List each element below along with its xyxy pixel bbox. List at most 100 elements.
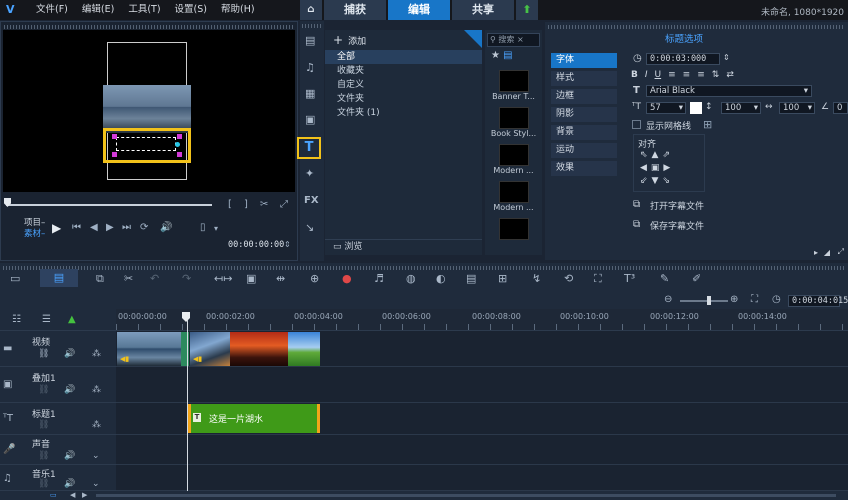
title-lane[interactable]: T 这是一片湖水	[116, 403, 848, 435]
tools-icon[interactable]: ✂	[124, 272, 133, 285]
scroll-left-icon[interactable]: ◀	[70, 491, 75, 499]
rotate-field[interactable]: 0	[833, 102, 848, 114]
star-icon[interactable]: ★	[491, 50, 500, 61]
home-start-icon[interactable]: ⏮	[72, 222, 81, 233]
italic-icon[interactable]: I	[645, 70, 648, 80]
next-frame-icon[interactable]: ▶	[106, 222, 114, 233]
ripple-icon[interactable]: ⁂	[92, 349, 101, 359]
rotate-handle[interactable]	[175, 142, 180, 147]
audio-icon[interactable]: ♫	[305, 61, 315, 74]
home-icon[interactable]: ⌂	[300, 0, 322, 20]
timecode-stepper-icon[interactable]: ⇕	[284, 240, 291, 249]
track-options-icon[interactable]: ☰	[42, 314, 51, 325]
thumbnail[interactable]	[498, 107, 529, 129]
duration-stepper-icon[interactable]: ⇕	[723, 53, 730, 62]
tab-border[interactable]: 边框	[551, 89, 617, 104]
grid-settings-icon[interactable]: ⊞	[703, 118, 712, 131]
menu-edit[interactable]: 编辑(E)	[82, 0, 114, 20]
fit-icon[interactable]: ⤢	[838, 247, 844, 257]
title-text-box[interactable]	[116, 137, 176, 151]
list-item[interactable]: 自定义	[325, 78, 482, 92]
ripple-icon[interactable]: ⁂	[92, 420, 101, 430]
title-icon[interactable]: T	[297, 137, 321, 159]
zoom-slider[interactable]	[680, 300, 728, 302]
list-item[interactable]: 收藏夹	[325, 64, 482, 78]
volume-icon[interactable]: 🔊	[160, 222, 172, 233]
vertical-text-icon[interactable]: ⇅	[712, 70, 720, 80]
video-clip-hill[interactable]	[288, 332, 320, 366]
timeline-ruler[interactable]: 00:00:00:00 00:00:02:00 00:00:04:00 00:0…	[116, 309, 848, 331]
tab-shadow[interactable]: 阴影	[551, 107, 617, 122]
timecode-display[interactable]: 00:00:00:00	[228, 240, 284, 250]
char-spacing-field[interactable]: 100 ▾	[779, 102, 815, 114]
timeline-view-icon[interactable]: ▤	[40, 269, 78, 287]
device-icon[interactable]: ▯	[200, 222, 206, 233]
fx-icon[interactable]: FX	[304, 195, 319, 206]
resize-handle[interactable]	[177, 152, 182, 157]
multicam-icon[interactable]: ◍	[406, 272, 416, 285]
mask-icon[interactable]: ◐	[436, 272, 446, 285]
underline-icon[interactable]: U	[655, 70, 662, 80]
stabilize-icon[interactable]: ⛶	[594, 272, 602, 286]
link-icon[interactable]: ⛓	[38, 451, 49, 461]
mute-icon[interactable]: 🔊	[64, 451, 75, 461]
dropdown-icon[interactable]: ▾	[214, 224, 218, 233]
align-center-icon[interactable]: ≡	[683, 70, 691, 80]
link-icon[interactable]: ⛓	[38, 385, 49, 395]
ripple-icon[interactable]: ⁂	[92, 385, 101, 395]
browse-button[interactable]: ▭ 浏览	[325, 239, 482, 255]
thumbnail[interactable]	[498, 181, 529, 203]
tab-effect[interactable]: 效果	[551, 161, 617, 176]
tab-style[interactable]: 样式	[551, 71, 617, 86]
zoom-timecode[interactable]: 0:00:04:015	[788, 295, 848, 307]
music-lane[interactable]	[116, 465, 848, 491]
mark-in-icon[interactable]: [	[228, 199, 232, 210]
color-swatch[interactable]	[690, 102, 702, 114]
mute-icon[interactable]: 🔊	[64, 385, 75, 395]
prev-frame-icon[interactable]: ◀	[90, 222, 98, 233]
mode-project[interactable]: 项目–	[24, 218, 45, 229]
track-list-icon[interactable]: ☷	[12, 314, 21, 325]
link-icon[interactable]: ⛓	[38, 349, 49, 359]
title-selection-box[interactable]	[103, 128, 191, 163]
path-icon[interactable]: ↘	[305, 221, 314, 234]
tab-font[interactable]: 字体	[551, 53, 617, 68]
paint-icon[interactable]: ✎	[660, 272, 669, 285]
playhead-handle[interactable]	[182, 312, 190, 322]
fit-timeline-icon[interactable]: ↤↦	[214, 272, 232, 285]
bold-icon[interactable]: B	[631, 70, 638, 80]
transition-icon[interactable]: ▣	[305, 113, 315, 126]
split-screen-icon[interactable]: ⊞	[498, 272, 507, 285]
overlay-lane[interactable]	[116, 367, 848, 403]
line-spacing-field[interactable]: 100 ▾	[721, 102, 761, 114]
zoom-slider-handle[interactable]	[707, 296, 711, 305]
tab-motion[interactable]: 运动	[551, 143, 617, 158]
resize-icon[interactable]: ⤢	[280, 199, 288, 210]
repeat-icon[interactable]: ⟳	[140, 222, 148, 233]
undo-icon[interactable]: ↶	[150, 272, 159, 285]
save-subtitle-label[interactable]: 保存字幕文件	[650, 219, 704, 232]
duration-field[interactable]: 0:00:03:000	[646, 53, 720, 65]
tab-share[interactable]: 共享	[452, 0, 514, 20]
mark-out-icon[interactable]: ]	[244, 199, 248, 210]
font-size-field[interactable]: 57 ▾	[646, 102, 686, 114]
expand-icon[interactable]: ◢	[824, 248, 830, 257]
mute-icon[interactable]: 🔊	[64, 479, 75, 489]
grid-checkbox[interactable]	[632, 120, 641, 129]
align-grid[interactable]: ⇖▲⇗ ◀▣▶ ⇙▼⇘	[640, 149, 676, 188]
motion-track-icon[interactable]: ⊕	[310, 272, 319, 285]
fit-project-icon[interactable]: ⛶	[751, 294, 758, 305]
link-icon[interactable]: ⛓	[38, 420, 49, 430]
instant-project-icon[interactable]: ▦	[305, 87, 315, 100]
3d-title-icon[interactable]: T³	[624, 272, 635, 285]
end-icon[interactable]: ⏭	[122, 222, 131, 233]
play-icon[interactable]: ▶	[52, 221, 61, 235]
search-input[interactable]: ⚲ 搜索 ×	[487, 33, 540, 47]
open-subtitle-icon[interactable]: ⧉	[633, 199, 640, 210]
title-clip[interactable]: T 这是一片湖水	[188, 404, 320, 433]
link-icon[interactable]: ⛓	[38, 479, 49, 489]
video-lane[interactable]: ◀▮ ◀▮	[116, 331, 848, 367]
mute-icon[interactable]: 🔊	[64, 349, 75, 359]
add-button[interactable]: + 添加	[325, 30, 482, 50]
collapse-icon[interactable]: ▸	[814, 248, 818, 257]
